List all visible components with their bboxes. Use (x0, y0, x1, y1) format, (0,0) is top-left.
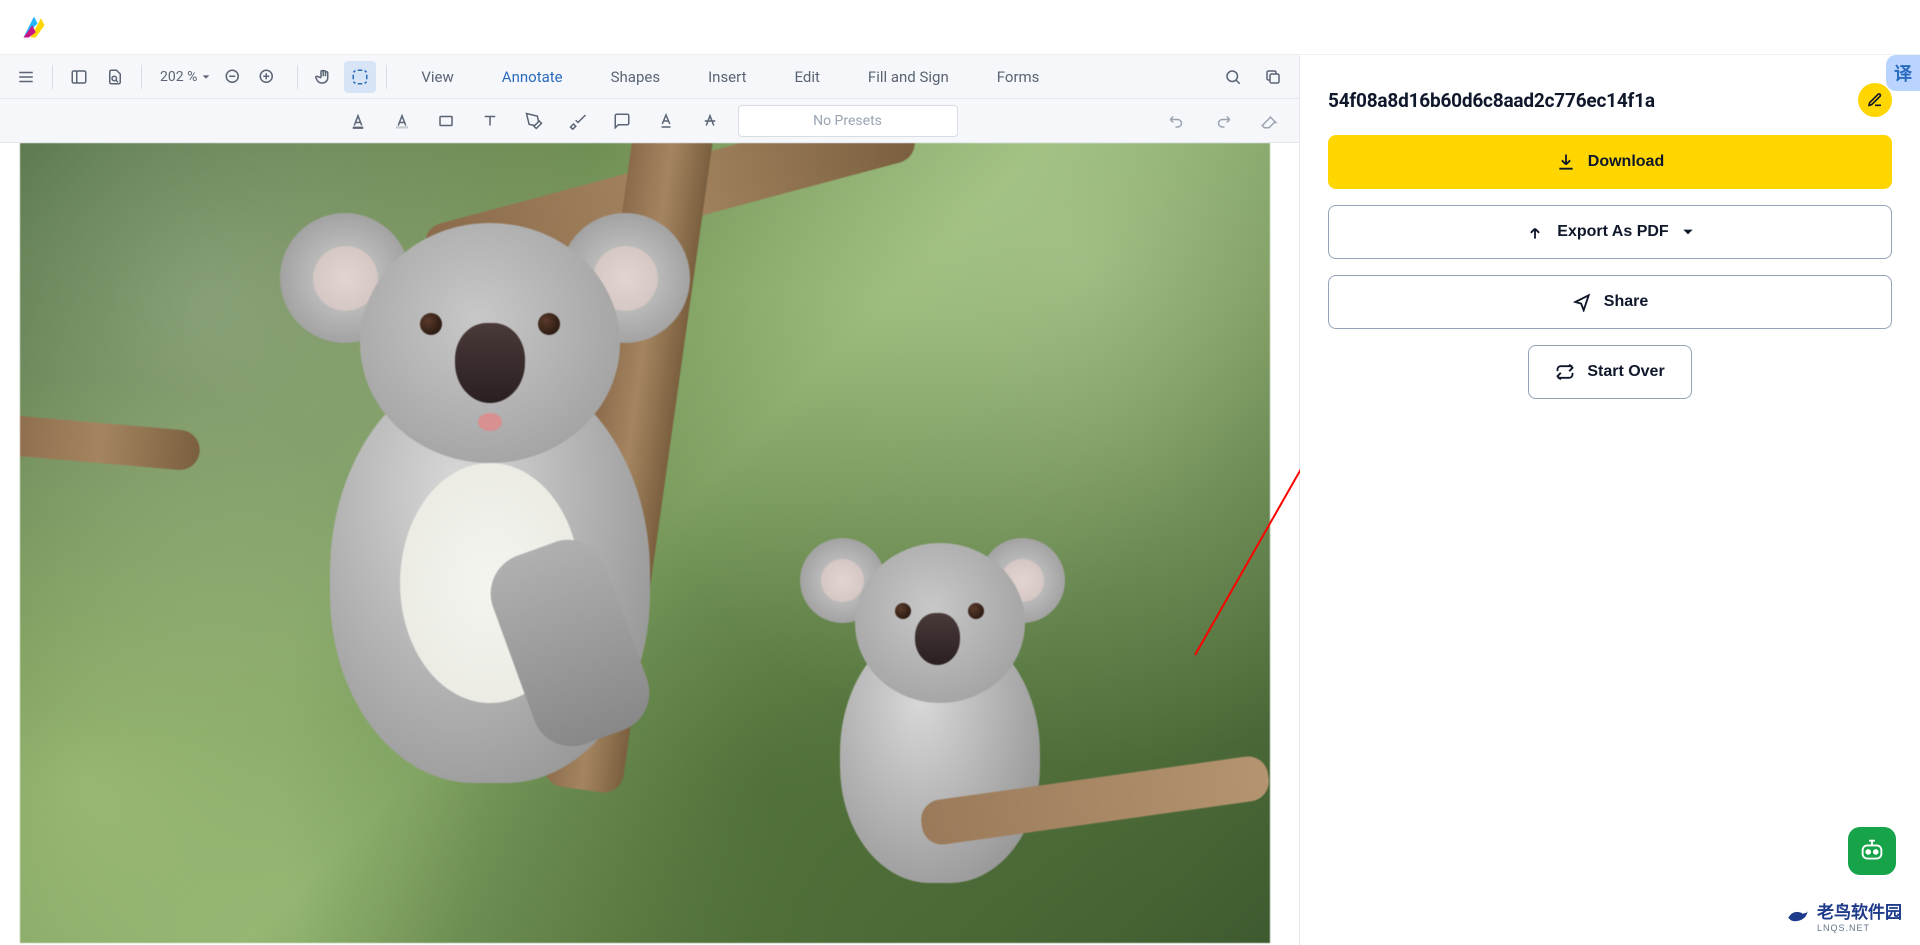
search-icon[interactable] (1217, 61, 1249, 93)
copy-icon[interactable] (1257, 61, 1289, 93)
preset-label: No Presets (813, 113, 882, 129)
text-tool-icon[interactable] (474, 105, 506, 137)
menu-bar: View Annotate Shapes Insert Edit Fill an… (397, 55, 1063, 99)
sidebar-toggle-icon[interactable] (63, 61, 95, 93)
download-label: Download (1588, 153, 1664, 171)
share-icon (1572, 292, 1592, 312)
share-label: Share (1604, 293, 1648, 311)
canvas-area[interactable] (0, 143, 1299, 945)
watermark-text: 老鸟软件园 (1817, 903, 1902, 922)
download-button[interactable]: Download (1328, 135, 1892, 189)
watermark: 老鸟软件园 LNQS.NET (1785, 898, 1902, 933)
restart-icon (1555, 362, 1575, 382)
separator (297, 65, 298, 89)
upload-icon (1525, 222, 1545, 242)
export-label: Export As PDF (1557, 223, 1668, 241)
chevron-down-icon (1681, 225, 1695, 239)
page-view-icon[interactable] (99, 61, 131, 93)
pan-hand-icon[interactable] (308, 61, 340, 93)
separator (52, 65, 53, 89)
primary-toolbar: 202 % View Annotate Shapes Insert Edit F… (0, 55, 1299, 99)
undo-icon[interactable] (1161, 105, 1193, 137)
filename-label: 54f08a8d16b60d6c8aad2c776ec14f1a (1328, 89, 1655, 112)
menu-icon[interactable] (10, 61, 42, 93)
watermark-subtext: LNQS.NET (1817, 923, 1902, 933)
zoom-out-icon[interactable] (217, 61, 249, 93)
comment-icon[interactable] (606, 105, 638, 137)
marker-icon[interactable] (562, 105, 594, 137)
select-region-icon[interactable] (344, 61, 376, 93)
eraser-icon[interactable] (1253, 105, 1285, 137)
annotate-toolbar: No Presets (0, 99, 1299, 143)
menu-edit[interactable]: Edit (771, 55, 844, 99)
menu-shapes[interactable]: Shapes (587, 55, 684, 99)
app-topbar (0, 0, 1920, 55)
download-icon (1556, 152, 1576, 172)
translate-badge[interactable]: 译 (1886, 55, 1920, 91)
editor-panel: 202 % View Annotate Shapes Insert Edit F… (0, 55, 1300, 945)
redo-icon[interactable] (1207, 105, 1239, 137)
text-highlight-icon[interactable] (386, 105, 418, 137)
actions-sidebar: 54f08a8d16b60d6c8aad2c776ec14f1a Downloa… (1300, 55, 1920, 945)
menu-view[interactable]: View (397, 55, 477, 99)
highlighter-icon[interactable] (518, 105, 550, 137)
preset-dropdown[interactable]: No Presets (738, 105, 958, 137)
underline-icon[interactable] (650, 105, 682, 137)
export-pdf-button[interactable]: Export As PDF (1328, 205, 1892, 259)
start-over-button[interactable]: Start Over (1528, 345, 1692, 399)
bird-icon (1785, 903, 1811, 929)
rectangle-icon[interactable] (430, 105, 462, 137)
strikethrough-icon[interactable] (694, 105, 726, 137)
text-color-icon[interactable] (342, 105, 374, 137)
share-button[interactable]: Share (1328, 275, 1892, 329)
assistant-button[interactable] (1848, 827, 1896, 875)
start-over-label: Start Over (1587, 363, 1664, 381)
separator (386, 65, 387, 89)
separator (141, 65, 142, 89)
edit-filename-button[interactable] (1858, 83, 1892, 117)
menu-annotate[interactable]: Annotate (478, 55, 587, 99)
document-image (20, 143, 1270, 943)
zoom-in-icon[interactable] (251, 61, 283, 93)
zoom-value: 202 % (160, 69, 197, 85)
menu-insert[interactable]: Insert (684, 55, 770, 99)
zoom-level-dropdown[interactable]: 202 % (156, 69, 215, 85)
menu-fill-sign[interactable]: Fill and Sign (844, 55, 973, 99)
menu-forms[interactable]: Forms (973, 55, 1064, 99)
app-logo (20, 13, 48, 41)
